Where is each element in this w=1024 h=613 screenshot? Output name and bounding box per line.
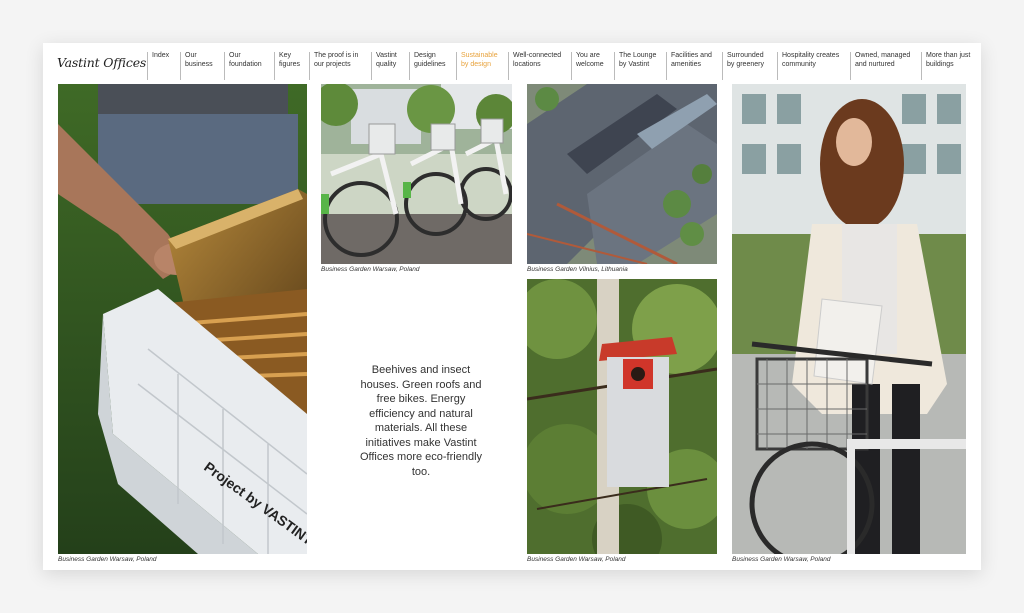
bikes-photo [321, 84, 512, 264]
bikes-caption: Business Garden Warsaw, Poland [321, 266, 420, 273]
beehive-caption: Business Garden Warsaw, Poland [58, 556, 157, 563]
sustainability-text: Beehives and insect houses. Green roofs … [359, 364, 483, 478]
green-roof-caption: Business Garden Vilnius, Lithuania [527, 266, 628, 273]
nav-item-facilities-amenities[interactable]: Facilities and amenities [666, 52, 719, 80]
nav-item-sustainable-by-design[interactable]: Sustainable by design [456, 52, 503, 80]
nav-item-well-connected-locations[interactable]: Well-connected locations [508, 52, 567, 80]
nav-item-design-guidelines[interactable]: Design guidelines [409, 52, 454, 80]
vastint-offices-logo[interactable]: Vastint Offices [57, 55, 146, 70]
brochure-page: Vastint Offices Index Our business Our f… [43, 43, 981, 570]
nav-item-index[interactable]: Index [147, 52, 180, 80]
birdhouse-photo [527, 279, 717, 554]
green-roof-photo [527, 84, 717, 264]
nav-item-key-figures[interactable]: Key figures [274, 52, 305, 80]
woman-bike-caption: Business Garden Warsaw, Poland [732, 556, 831, 563]
nav-item-our-foundation[interactable]: Our foundation [224, 52, 269, 80]
nav-item-our-business[interactable]: Our business [180, 52, 221, 80]
nav-item-proof-in-projects[interactable]: The proof is in our projects [309, 52, 364, 80]
birdhouse-caption: Business Garden Warsaw, Poland [527, 556, 626, 563]
nav-item-surrounded-by-greenery[interactable]: Surrounded by greenery [722, 52, 771, 80]
nav-item-owned-managed-nurtured[interactable]: Owned, managed and nurtured [850, 52, 917, 80]
nav-item-hospitality-community[interactable]: Hospitality creates community [777, 52, 846, 80]
nav-item-the-lounge[interactable]: The Lounge by Vastint [614, 52, 661, 80]
woman-bike-photo [732, 84, 966, 554]
beehive-photo: Project by VASTINT [58, 84, 307, 554]
nav-item-vastint-quality[interactable]: Vastint quality [371, 52, 404, 80]
nav-item-more-than-buildings[interactable]: More than just buildings [921, 52, 978, 80]
nav-item-you-are-welcome[interactable]: You are welcome [571, 52, 608, 80]
